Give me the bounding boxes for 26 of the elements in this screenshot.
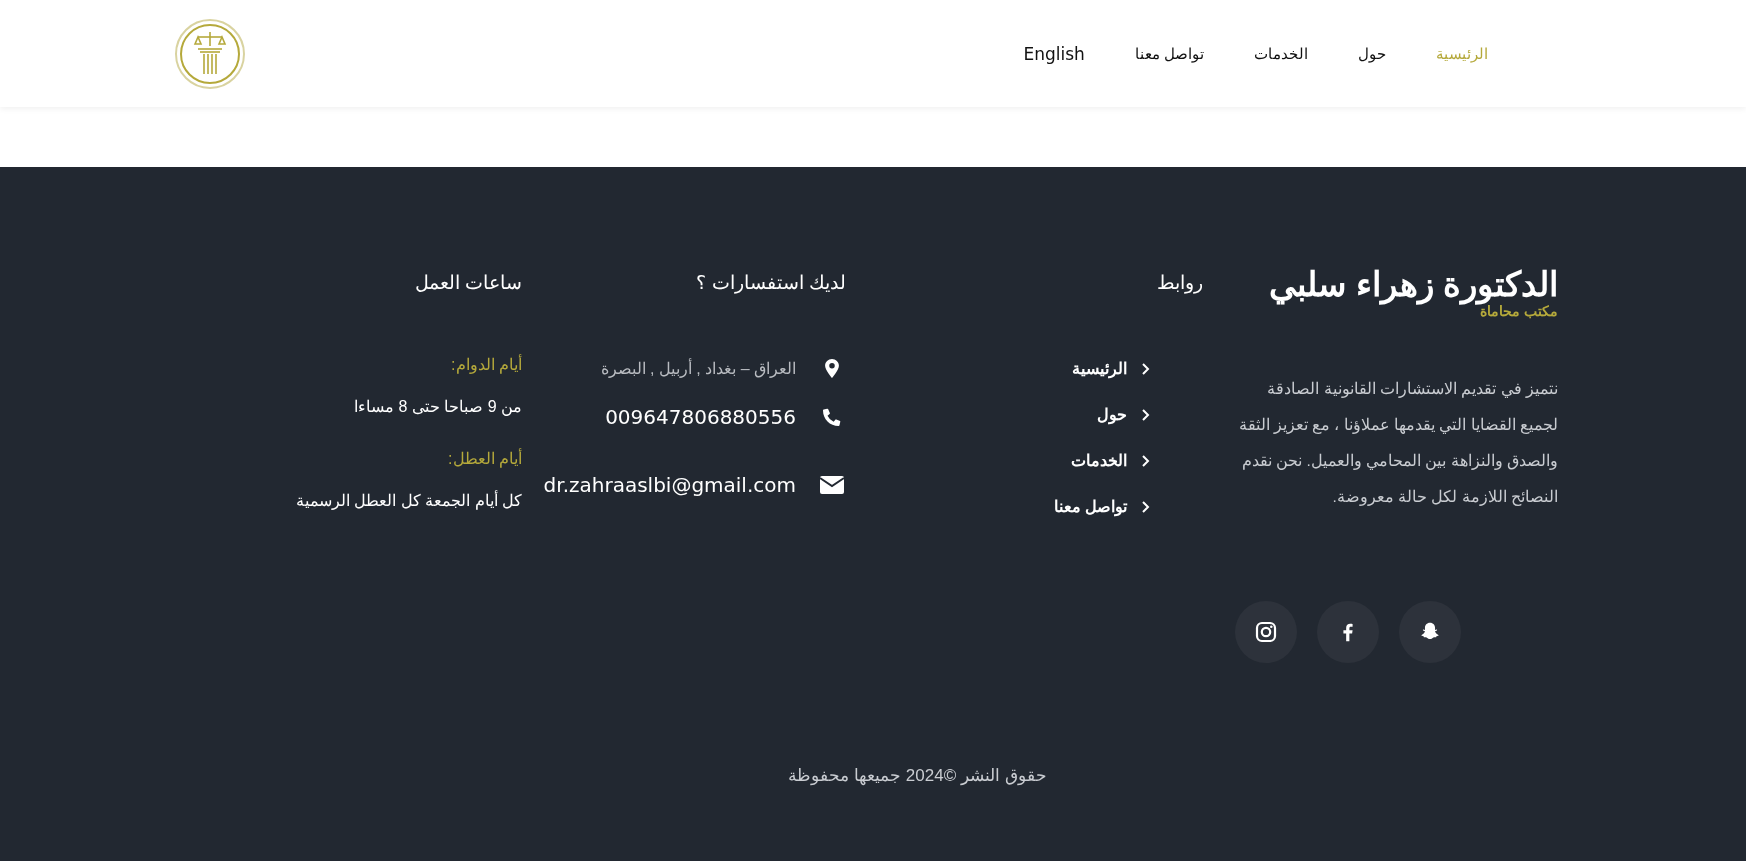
footer-link[interactable]: الرئيسية	[1072, 358, 1127, 379]
footer-link[interactable]: الخدمات	[1071, 450, 1127, 471]
hours-value: من 9 صباحا حتى 8 مساءا	[352, 397, 522, 418]
hours-label: أيام العطل:	[447, 448, 522, 470]
chevron-icon	[1141, 407, 1151, 422]
hours-label: أيام الدوام:	[450, 354, 522, 376]
nav-link[interactable]: حول	[1358, 44, 1386, 63]
footer-link[interactable]: حول	[1097, 404, 1127, 425]
email-address: dr.zahraaslbi@gmail.com	[543, 473, 796, 497]
links-heading: روابط	[1156, 271, 1203, 296]
chevron-icon	[1141, 361, 1151, 376]
phone-number: 009647806880556	[605, 405, 796, 429]
hours-heading: ساعات العمل	[413, 271, 523, 295]
brand-title: الدكتورة زهراء سلبي	[1268, 265, 1558, 303]
copyright-text: حقوق النشر ©2024 جميعها محفوظة	[787, 765, 1048, 786]
nav-link[interactable]: English	[1023, 43, 1085, 64]
nav-link[interactable]: الخدمات	[1254, 44, 1308, 63]
chevron-icon	[1141, 453, 1151, 468]
contact-heading: لديك استفسارات ؟	[695, 271, 846, 296]
brand-description: نتميز في تقديم الاستشارات القانونية الصادقة لجميع القضايا التي يقدمها عملاؤنا ، مع تعزيز الثقة والصدق والنزاهة بين المحامي والعميل. نحن نقدم النصائح اللازمة لكل حالة معروضة.	[1237, 379, 1558, 508]
envelope-icon	[818, 476, 846, 494]
chevron-icon	[1141, 499, 1151, 514]
nav-link[interactable]: تواصل معنا	[1134, 44, 1204, 63]
address-text: العراق – بغداد , أربيل , البصرة	[600, 358, 796, 378]
footer-link[interactable]: تواصل معنا	[1053, 496, 1127, 517]
hours-value: كل أيام الجمعة كل العطل الرسمية	[294, 490, 522, 512]
